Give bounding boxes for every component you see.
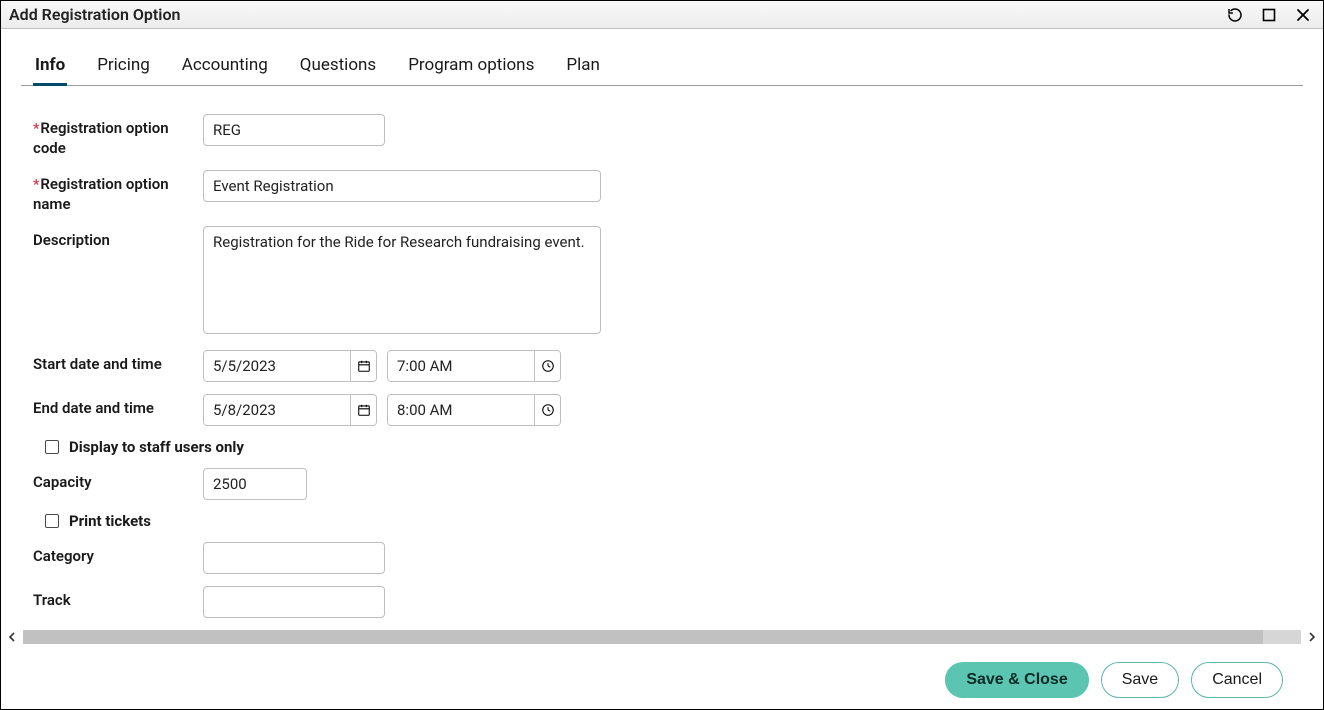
tab-info[interactable]: Info xyxy=(33,47,67,85)
label-end: End date and time xyxy=(33,394,203,419)
label-track: Track xyxy=(33,586,203,611)
end-date-picker-button[interactable] xyxy=(350,395,376,425)
start-date-picker-button[interactable] xyxy=(350,351,376,381)
titlebar: Add Registration Option xyxy=(1,1,1323,29)
input-code[interactable] xyxy=(203,114,385,146)
label-code: *Registration option code xyxy=(33,114,203,158)
save-close-button[interactable]: Save & Close xyxy=(945,662,1088,698)
input-track[interactable] xyxy=(203,586,385,618)
input-end-time[interactable] xyxy=(388,395,534,425)
scroll-right-button[interactable] xyxy=(1305,630,1319,644)
label-start: Start date and time xyxy=(33,350,203,375)
maximize-icon xyxy=(1262,8,1276,22)
scrollbar-track[interactable] xyxy=(23,630,1301,644)
dialog-content: Info Pricing Accounting Questions Progra… xyxy=(1,29,1323,709)
calendar-icon xyxy=(357,403,371,417)
input-description[interactable] xyxy=(203,226,601,334)
start-time-combo xyxy=(387,350,561,382)
close-button[interactable] xyxy=(1289,3,1317,27)
input-end-date[interactable] xyxy=(204,395,350,425)
close-icon xyxy=(1296,8,1310,22)
input-start-date[interactable] xyxy=(204,351,350,381)
start-date-combo xyxy=(203,350,377,382)
save-button[interactable]: Save xyxy=(1101,662,1179,698)
start-time-picker-button[interactable] xyxy=(534,351,560,381)
label-name: *Registration option name xyxy=(33,170,203,214)
maximize-button[interactable] xyxy=(1255,3,1283,27)
cancel-button[interactable]: Cancel xyxy=(1191,662,1283,698)
scrollbar-thumb[interactable] xyxy=(23,630,1263,644)
label-description: Description xyxy=(33,226,203,251)
refresh-icon xyxy=(1227,7,1243,23)
clock-icon xyxy=(541,359,555,373)
end-time-picker-button[interactable] xyxy=(534,395,560,425)
checkbox-print-tickets[interactable] xyxy=(45,514,59,528)
tab-plan[interactable]: Plan xyxy=(564,47,602,85)
refresh-button[interactable] xyxy=(1221,3,1249,27)
dialog-footer: Save & Close Save Cancel xyxy=(1,651,1323,709)
tab-accounting[interactable]: Accounting xyxy=(180,47,270,85)
calendar-icon xyxy=(357,359,371,373)
dialog-title: Add Registration Option xyxy=(9,5,180,24)
label-print-tickets: Print tickets xyxy=(69,512,151,530)
label-staff-only: Display to staff users only xyxy=(69,438,244,456)
chevron-right-icon xyxy=(1308,632,1316,642)
tab-pricing[interactable]: Pricing xyxy=(95,47,152,85)
label-capacity: Capacity xyxy=(33,468,203,493)
checkbox-staff-only[interactable] xyxy=(45,440,59,454)
end-date-combo xyxy=(203,394,377,426)
form-info: *Registration option code *Registration … xyxy=(21,86,1303,618)
tab-program-options[interactable]: Program options xyxy=(406,47,536,85)
end-time-combo xyxy=(387,394,561,426)
tab-questions[interactable]: Questions xyxy=(298,47,378,85)
input-start-time[interactable] xyxy=(388,351,534,381)
clock-icon xyxy=(541,403,555,417)
horizontal-scrollbar[interactable] xyxy=(5,629,1319,645)
tab-bar: Info Pricing Accounting Questions Progra… xyxy=(21,47,1303,86)
input-name[interactable] xyxy=(203,170,601,202)
input-category[interactable] xyxy=(203,542,385,574)
input-capacity[interactable] xyxy=(203,468,307,500)
label-category: Category xyxy=(33,542,203,567)
scroll-left-button[interactable] xyxy=(5,630,19,644)
chevron-left-icon xyxy=(8,632,16,642)
dialog-window: Add Registration Option Info Pricing Acc… xyxy=(0,0,1324,710)
